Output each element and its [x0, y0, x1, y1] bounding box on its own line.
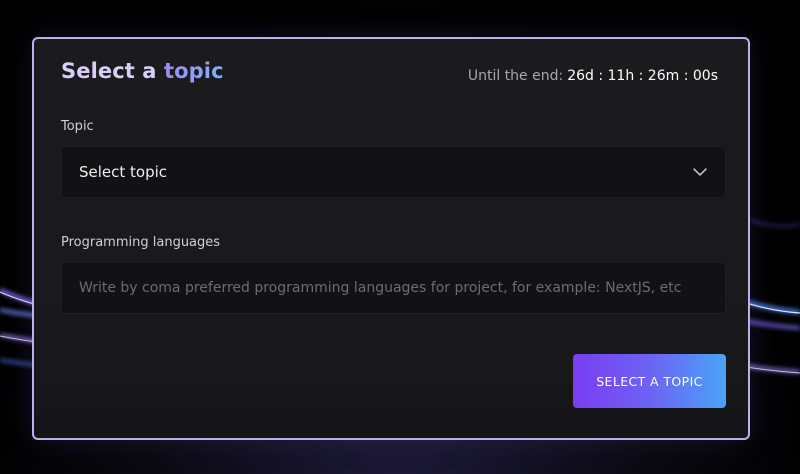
topic-select-value: Select topic — [79, 163, 168, 181]
programming-languages-field — [61, 262, 726, 314]
programming-languages-label: Programming languages — [61, 235, 221, 250]
card-title-accent: topic — [164, 59, 224, 83]
card-title: Select a topic — [61, 59, 224, 83]
chevron-down-icon[interactable] — [692, 164, 708, 180]
countdown-label: Until the end: — [467, 68, 564, 84]
countdown-value: 26d : 11h : 26m : 00s — [567, 68, 718, 84]
topic-label: Topic — [61, 119, 94, 134]
programming-languages-input[interactable] — [62, 263, 725, 313]
select-topic-button[interactable]: SELECT A TOPIC — [573, 354, 726, 408]
topic-select[interactable]: Select topic — [61, 146, 726, 198]
select-topic-card: Select a topic Until the end: 26d : 11h :… — [32, 37, 750, 440]
background: Select a topic Until the end: 26d : 11h :… — [0, 0, 800, 474]
countdown-timer: Until the end: 26d : 11h : 26m : 00s — [468, 68, 718, 84]
card-title-text: Select a — [61, 59, 164, 83]
